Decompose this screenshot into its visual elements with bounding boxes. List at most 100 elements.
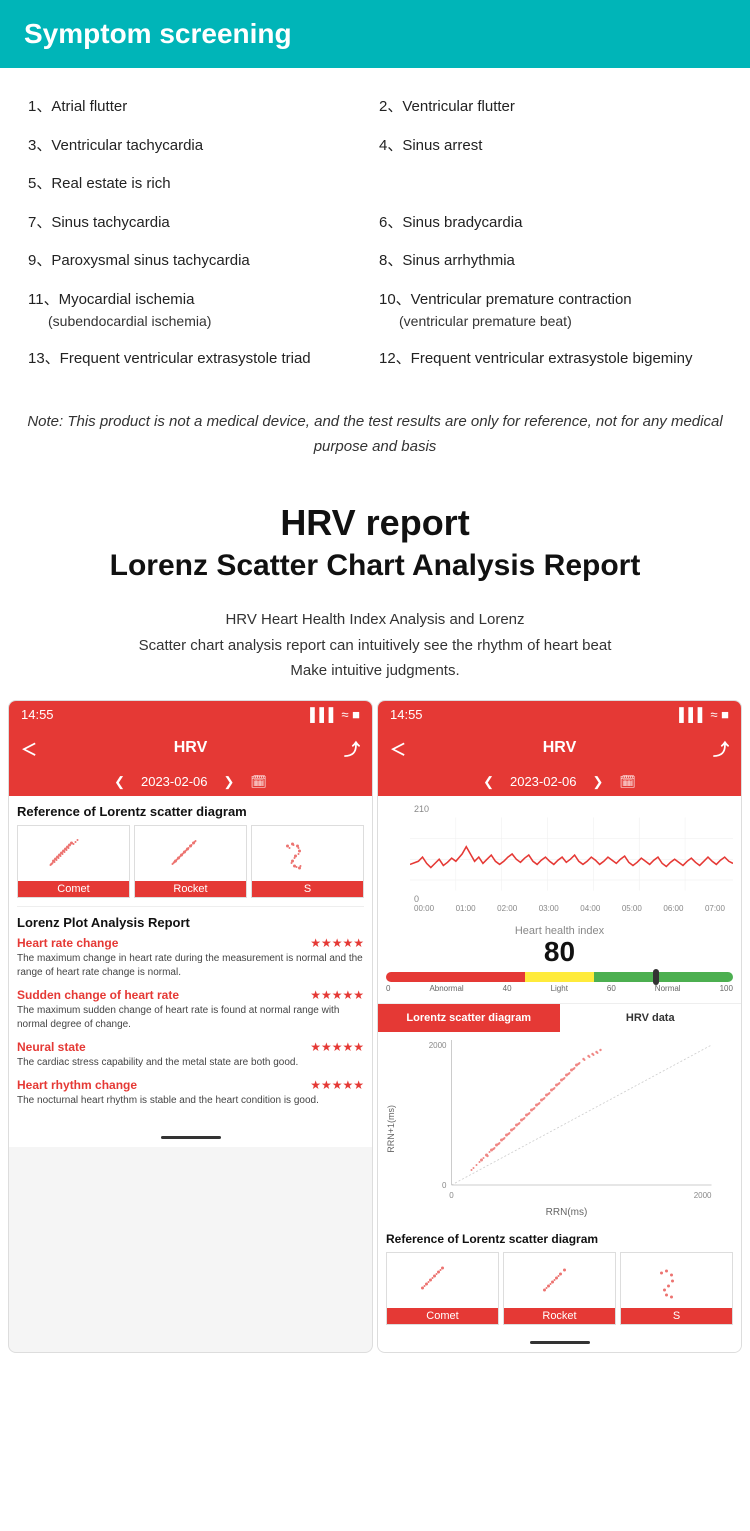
s-img	[252, 826, 363, 881]
date-next-right[interactable]: ❯	[592, 774, 603, 790]
phone-signals-left: ▌▌▌ ≈ ■	[310, 707, 360, 722]
metric-name-2: Sudden change of heart rate	[17, 988, 179, 1002]
back-arrow-right[interactable]: ＜	[390, 736, 406, 760]
scatter-ref-title-left: Reference of Lorentz scatter diagram	[17, 804, 364, 819]
phone-date-bar-right: ❮ 2023-02-06 ❯ 🗓	[378, 768, 741, 796]
lorenz-report-title: Lorenz Plot Analysis Report	[17, 915, 364, 930]
waveform-area: 210	[378, 796, 741, 919]
phone-nav-right: ＜ HRV ⤴	[378, 728, 741, 768]
symptom-header: Symptom screening	[0, 0, 750, 68]
phone-time-left: 14:55	[21, 707, 54, 722]
phone-top-bar-left: 14:55 ▌▌▌ ≈ ■	[9, 701, 372, 728]
phone-content-left: Reference of Lorentz scatter diagram	[9, 796, 372, 1128]
share-icon-right[interactable]: ⤴	[713, 736, 729, 760]
list-item	[375, 165, 726, 204]
list-item: 7、Sinus tachycardia	[24, 204, 375, 243]
calendar-icon-left[interactable]: 🗓	[250, 774, 267, 790]
metric-row-2: Sudden change of heart rate ★★★★★ The ma…	[17, 988, 364, 1032]
tab-buttons: Lorentz scatter diagram HRV data	[378, 1003, 741, 1032]
phone-content-right: 210	[378, 796, 741, 1333]
metric-stars-4: ★★★★★	[310, 1078, 364, 1092]
phone-time-right: 14:55	[390, 707, 423, 722]
heart-health-label: Heart health index	[386, 925, 733, 937]
comet-img	[18, 826, 129, 881]
back-arrow-left[interactable]: ＜	[21, 736, 37, 760]
phone-mockups: 14:55 ▌▌▌ ≈ ■ ＜ HRV ⤴ ❮ 2023-02-06 ❯ 🗓 R…	[0, 700, 750, 1353]
health-index-section: Heart health index 80 0Abnormal40Light60…	[378, 919, 741, 1003]
list-item: 6、Sinus bradycardia	[375, 204, 726, 243]
scatter-thumbnails-left: Comet	[17, 825, 364, 898]
bottom-line-right	[530, 1341, 590, 1344]
hrv-nav-title-right: HRV	[543, 739, 577, 757]
scatter-thumb-bottom-1[interactable]: Comet	[386, 1252, 499, 1325]
phone-bottom-bar-left	[9, 1128, 372, 1147]
phone-signals-right: ▌▌▌ ≈ ■	[679, 707, 729, 722]
scatter-thumb-bottom-2[interactable]: Rocket	[503, 1252, 616, 1325]
health-bar-marker	[653, 969, 659, 985]
list-item: 8、Sinus arrhythmia	[375, 242, 726, 281]
scatter-bottom-label-3: S	[621, 1308, 732, 1324]
phone-date-bar-left: ❮ 2023-02-06 ❯ 🗓	[9, 768, 372, 796]
metric-row-4: Heart rhythm change ★★★★★ The nocturnal …	[17, 1078, 364, 1108]
svg-text:0: 0	[442, 1181, 447, 1190]
scatter-thumb-s[interactable]: S	[251, 825, 364, 898]
share-icon-left[interactable]: ⤴	[344, 736, 360, 760]
date-next-left[interactable]: ❯	[223, 774, 234, 790]
comet-label: Comet	[18, 881, 129, 897]
list-item: 4、Sinus arrest	[375, 127, 726, 166]
waveform-time-labels: 00:0001:0002:0003:0004:0005:0006:0007:00	[386, 904, 733, 913]
list-item: 3、Ventricular tachycardia	[24, 127, 375, 166]
metric-desc-1: The maximum change in heart rate during …	[17, 952, 364, 980]
phone-card-left: 14:55 ▌▌▌ ≈ ■ ＜ HRV ⤴ ❮ 2023-02-06 ❯ 🗓 R…	[8, 700, 373, 1353]
bottom-line-left	[161, 1136, 221, 1139]
lorenz-xlabel: RRN(ms)	[400, 1207, 733, 1218]
date-prev-left[interactable]: ❮	[114, 774, 125, 790]
list-item: 10、Ventricular premature contraction (ve…	[375, 281, 726, 341]
calendar-icon-right[interactable]: 🗓	[619, 774, 636, 790]
lorenz-report-section: Lorenz Plot Analysis Report Heart rate c…	[17, 911, 364, 1120]
list-item: 12、Frequent ventricular extrasystole big…	[375, 340, 726, 379]
symptom-col-left: 1、Atrial flutter 3、Ventricular tachycard…	[24, 88, 375, 379]
date-left: 2023-02-06	[141, 774, 208, 789]
symptom-list: 1、Atrial flutter 3、Ventricular tachycard…	[0, 68, 750, 389]
metric-desc-2: The maximum sudden change of heart rate …	[17, 1004, 364, 1032]
phone-nav-left: ＜ HRV ⤴	[9, 728, 372, 768]
health-bar-container: 0Abnormal40Light60Normal100	[386, 972, 733, 993]
lorenz-plot-wrapper: RRN+1(ms) 2000 0 0 2000	[386, 1040, 733, 1218]
scatter-bottom-label-2: Rocket	[504, 1308, 615, 1324]
list-item: 2、Ventricular flutter	[375, 88, 726, 127]
metric-name-1: Heart rate change	[17, 936, 118, 950]
metric-stars-2: ★★★★★	[310, 988, 364, 1002]
hrv-title2: Lorenz Scatter Chart Analysis Report	[20, 546, 730, 585]
date-right: 2023-02-06	[510, 774, 577, 789]
symptom-grid: 1、Atrial flutter 3、Ventricular tachycard…	[24, 88, 726, 379]
note-section: Note: This product is not a medical devi…	[24, 399, 726, 470]
hrv-nav-title-left: HRV	[174, 739, 208, 757]
rocket-img	[135, 826, 246, 881]
metric-stars-3: ★★★★★	[310, 1040, 364, 1054]
rocket-label: Rocket	[135, 881, 246, 897]
metric-row-1: Heart rate change ★★★★★ The maximum chan…	[17, 936, 364, 980]
metric-desc-3: The cardiac stress capability and the me…	[17, 1056, 364, 1070]
health-bar	[386, 972, 733, 982]
note-text: Note: This product is not a medical devi…	[27, 413, 722, 456]
tab-hrv-data[interactable]: HRV data	[560, 1004, 742, 1032]
date-prev-right[interactable]: ❮	[483, 774, 494, 790]
svg-text:2000: 2000	[694, 1191, 712, 1200]
list-item: 1、Atrial flutter	[24, 88, 375, 127]
header-title: Symptom screening	[24, 18, 292, 49]
metric-stars-1: ★★★★★	[310, 936, 364, 950]
tab-lorentz[interactable]: Lorentz scatter diagram	[378, 1004, 560, 1032]
scatter-bottom-label-1: Comet	[387, 1308, 498, 1324]
scatter-thumb-bottom-3[interactable]: S	[620, 1252, 733, 1325]
svg-text:2000: 2000	[429, 1041, 447, 1050]
scatter-ref-title-right: Reference of Lorentz scatter diagram	[378, 1226, 741, 1252]
list-item: 11、Myocardial ischemia (subendocardial i…	[24, 281, 375, 341]
list-item: 13、Frequent ventricular extrasystole tri…	[24, 340, 375, 379]
scatter-thumb-comet[interactable]: Comet	[17, 825, 130, 898]
hrv-subtitle: HRV Heart Health Index Analysis and Lore…	[0, 595, 750, 700]
symptom-col-right: 2、Ventricular flutter 4、Sinus arrest 6、S…	[375, 88, 726, 379]
phone-top-bar-right: 14:55 ▌▌▌ ≈ ■	[378, 701, 741, 728]
scatter-thumb-rocket[interactable]: Rocket	[134, 825, 247, 898]
list-item: 9、Paroxysmal sinus tachycardia	[24, 242, 375, 281]
